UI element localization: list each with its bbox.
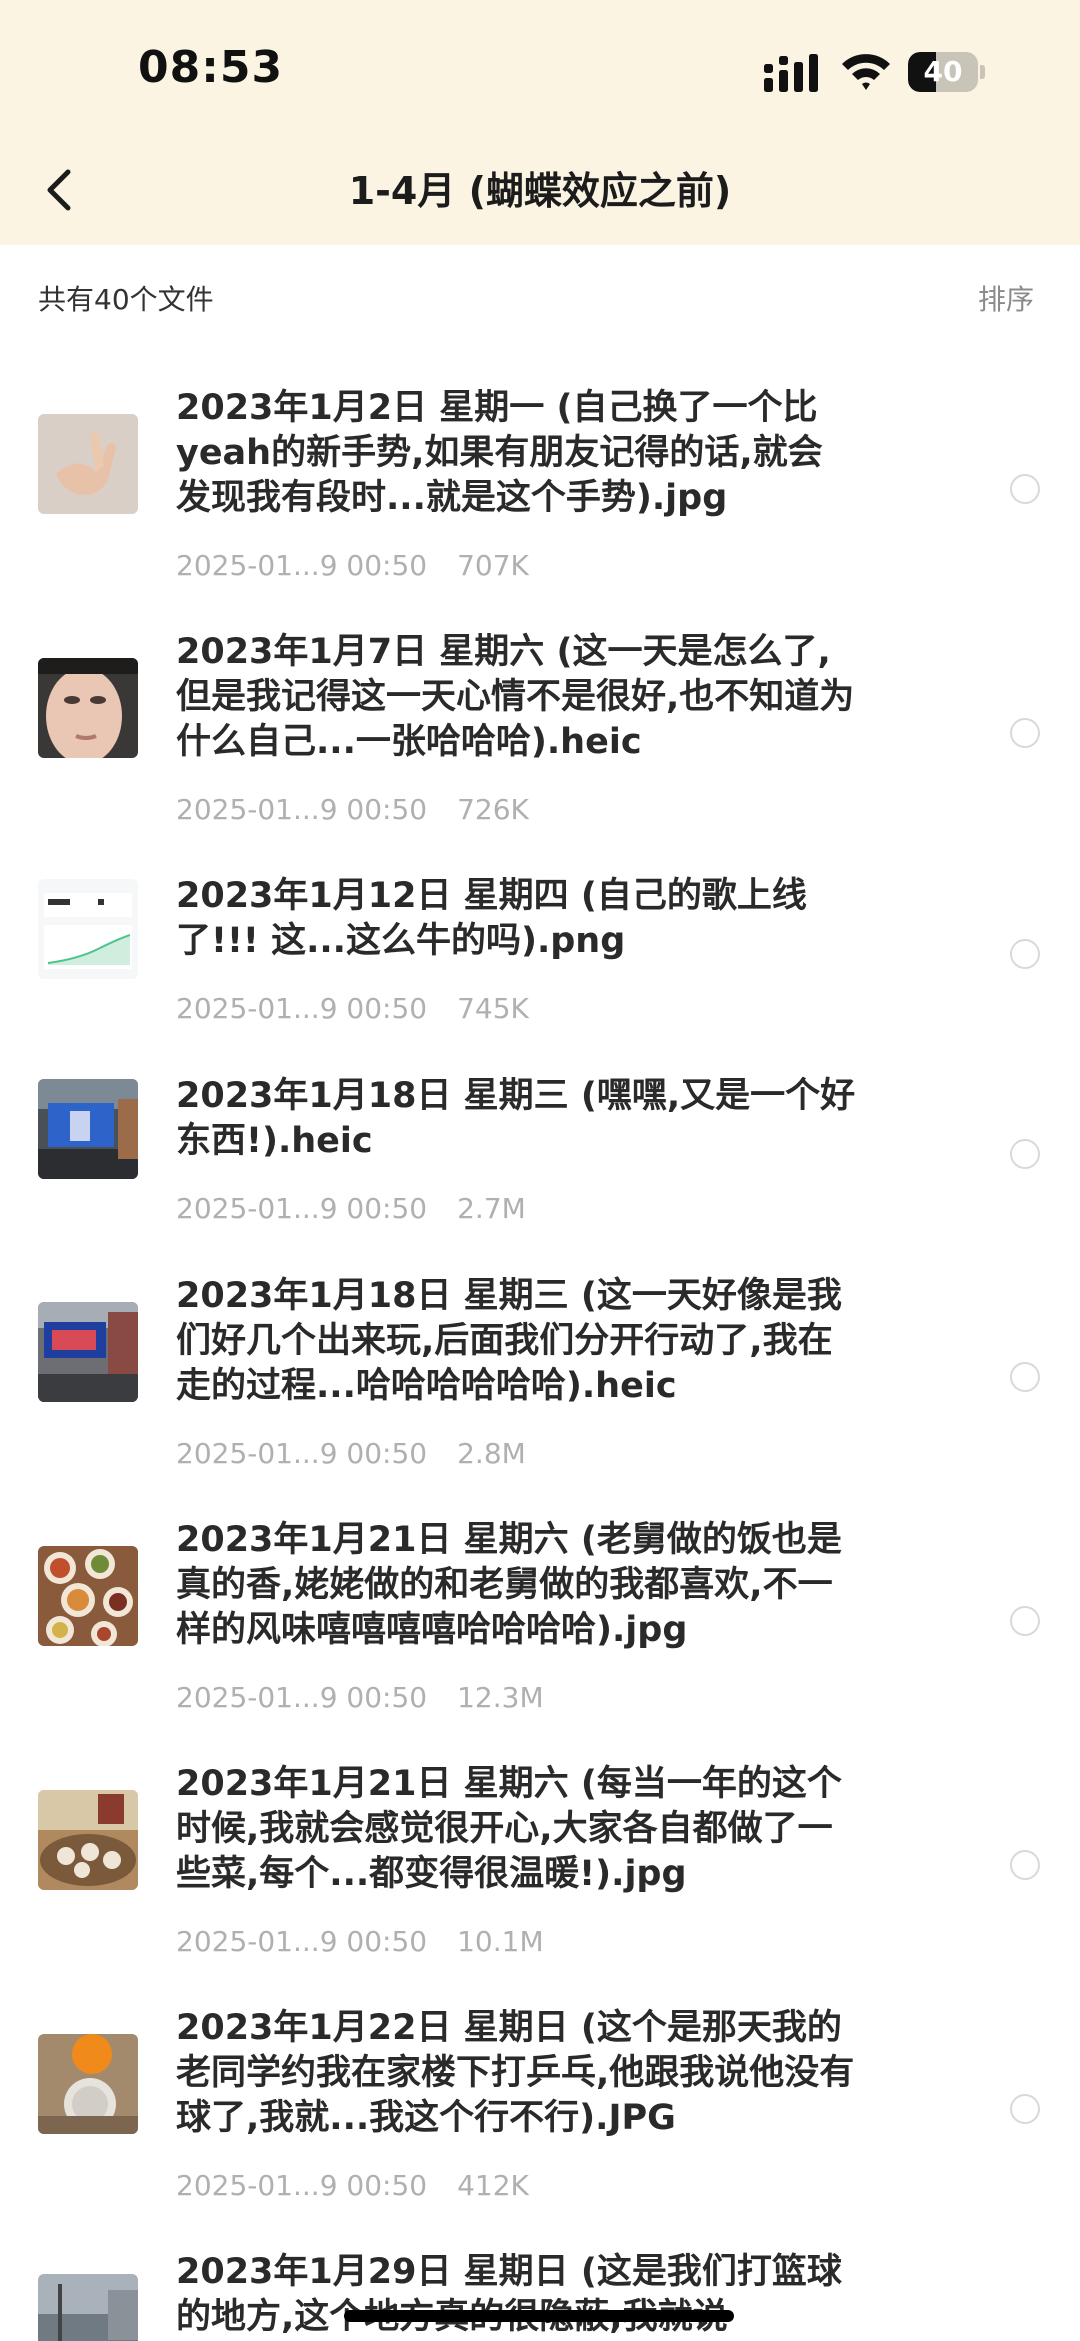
file-meta: 2025-01...9 00:50 10.1M [176,1925,544,1958]
file-name: 2023年1月18日 星期三 (嘿嘿,又是一个好东西!).heic [176,1076,856,1161]
select-radio[interactable] [1010,1849,1040,1880]
file-name: 2023年1月2日 星期一 (自己换了一个比yeah的新手势,如果有朋友记得的话… [176,388,823,518]
file-date: 2025-01...9 00:50 [176,1192,428,1225]
battery-level: 40 [923,55,963,88]
file-size: 412K [457,2169,529,2202]
file-name: 2023年1月21日 星期六 (每当一年的这个时候,我就会感觉很开心,大家各自都… [176,1764,842,1894]
file-name: 2023年1月21日 星期六 (老舅做的饭也是真的香,姥姥做的和老舅做的我都喜欢… [176,1520,842,1650]
select-radio[interactable] [1010,1139,1040,1169]
file-thumbnail[interactable] [38,413,138,514]
file-size: 707K [457,549,529,582]
select-radio[interactable] [1010,1361,1040,1392]
file-name: 2023年1月12日 星期四 (自己的歌上线了!!! 这...这么牛的吗).pn… [176,876,807,961]
top-bar: 08:53 40 1-4月 (蝴蝶效应之前) [0,0,1080,245]
file-meta: 2025-01...9 00:50 2.7M [176,1192,526,1225]
file-date: 2025-01...9 00:50 [176,1681,428,1714]
wifi-icon [842,54,890,90]
file-row[interactable]: 2023年1月7日 星期六 (这一天是怎么了,但是我记得这一天心情不是很好,也不… [0,604,1080,848]
file-meta: 2025-01...9 00:50 707K [176,549,529,582]
file-count: 共有40个文件 [38,283,214,316]
file-row[interactable]: 2023年1月12日 星期四 (自己的歌上线了!!! 这...这么牛的吗).pn… [0,848,1080,1048]
home-indicator [344,2310,734,2322]
select-radio[interactable] [1010,939,1040,969]
file-size: 2.8M [457,1437,526,1470]
file-thumbnail[interactable] [38,1301,138,1402]
file-date: 2025-01...9 00:50 [176,1925,428,1958]
file-row[interactable]: 2023年1月29日 星期日 (这是我们打篮球的地方,这个地方真的很隐蔽,我就说 [0,2224,1080,2341]
file-list: 2023年1月2日 星期一 (自己换了一个比yeah的新手势,如果有朋友记得的话… [0,360,1080,2341]
file-name: 2023年1月7日 星期六 (这一天是怎么了,但是我记得这一天心情不是很好,也不… [176,632,855,762]
file-date: 2025-01...9 00:50 [176,793,428,826]
file-row[interactable]: 2023年1月2日 星期一 (自己换了一个比yeah的新手势,如果有朋友记得的话… [0,360,1080,604]
file-meta: 2025-01...9 00:50 412K [176,2169,529,2202]
file-thumbnail[interactable] [38,1545,138,1646]
file-meta: 2025-01...9 00:50 745K [176,992,529,1025]
file-meta: 2025-01...9 00:50 2.8M [176,1437,526,1470]
file-size: 745K [457,992,529,1025]
file-thumbnail[interactable] [38,1789,138,1890]
file-name: 2023年1月22日 星期日 (这个是那天我的老同学约我在家楼下打乒乓,他跟我说… [176,2008,855,2138]
file-date: 2025-01...9 00:50 [176,992,428,1025]
file-row[interactable]: 2023年1月21日 星期六 (每当一年的这个时候,我就会感觉很开心,大家各自都… [0,1736,1080,1980]
sort-button[interactable]: 排序 [978,278,1034,318]
file-thumbnail[interactable] [38,879,138,979]
battery-icon: 40 [908,52,985,92]
status-time: 08:53 [138,42,284,93]
file-thumbnail[interactable] [38,657,138,758]
file-meta: 2025-01...9 00:50 12.3M [176,1681,544,1714]
file-row[interactable]: 2023年1月18日 星期三 (嘿嘿,又是一个好东西!).heic 2025-01… [0,1048,1080,1248]
file-thumbnail[interactable] [38,2033,138,2134]
file-row[interactable]: 2023年1月18日 星期三 (这一天好像是我们好几个出来玩,后面我们分开行动了… [0,1248,1080,1492]
select-radio[interactable] [1010,1605,1040,1636]
file-size: 10.1M [457,1925,544,1958]
file-date: 2025-01...9 00:50 [176,2169,428,2202]
file-date: 2025-01...9 00:50 [176,549,428,582]
cellular-signal-icon [764,54,818,92]
select-radio[interactable] [1010,473,1040,504]
file-size: 12.3M [457,1681,544,1714]
file-thumbnail[interactable] [38,2274,138,2341]
back-button[interactable] [36,158,80,222]
select-radio[interactable] [1010,717,1040,748]
file-meta: 2025-01...9 00:50 726K [176,793,529,826]
file-thumbnail[interactable] [38,1079,138,1179]
file-name: 2023年1月29日 星期日 (这是我们打篮球的地方,这个地方真的很隐蔽,我就说 [176,2252,842,2337]
file-date: 2025-01...9 00:50 [176,1437,428,1470]
file-row[interactable]: 2023年1月22日 星期日 (这个是那天我的老同学约我在家楼下打乒乓,他跟我说… [0,1980,1080,2224]
select-radio[interactable] [1010,2093,1040,2124]
file-row[interactable]: 2023年1月21日 星期六 (老舅做的饭也是真的香,姥姥做的和老舅做的我都喜欢… [0,1492,1080,1736]
file-size: 2.7M [457,1192,526,1225]
file-name: 2023年1月18日 星期三 (这一天好像是我们好几个出来玩,后面我们分开行动了… [176,1276,842,1406]
file-size: 726K [457,793,529,826]
page-title: 1-4月 (蝴蝶效应之前) [348,169,732,213]
